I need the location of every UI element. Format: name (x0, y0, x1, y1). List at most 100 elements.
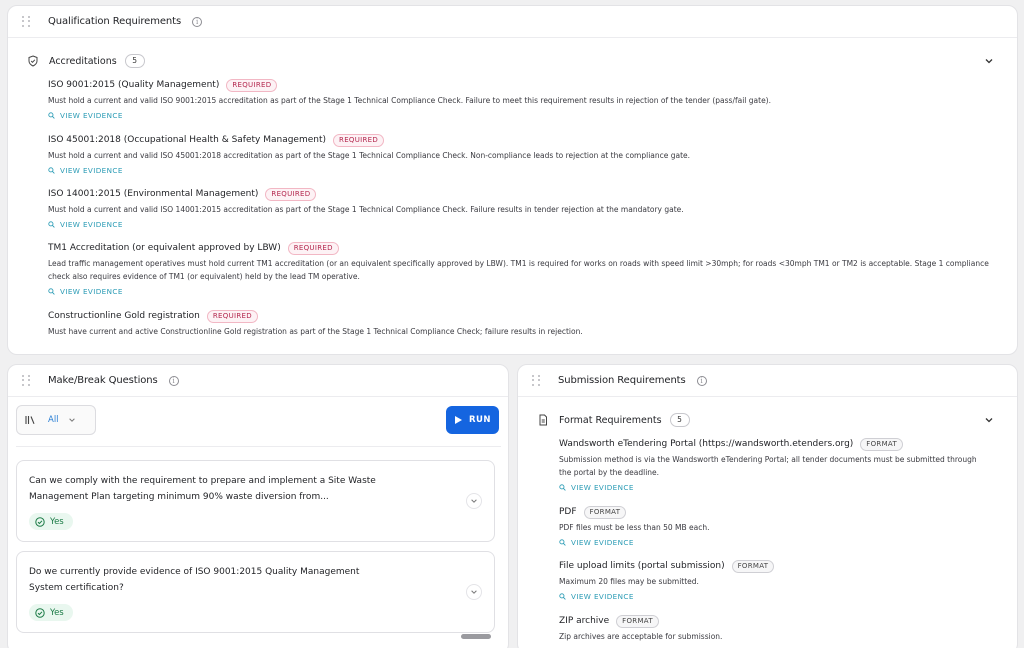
check-circle-icon (35, 516, 45, 527)
question-card[interactable]: Can we comply with the requirement to pr… (16, 460, 495, 542)
card-title: Submission Requirements (558, 375, 686, 386)
card-title: Qualification Requirements (48, 16, 182, 27)
requirement-description: Lead traffic management operatives must … (48, 259, 989, 281)
format-description: Maximum 20 files may be submitted. (559, 577, 699, 586)
drag-handle-icon[interactable] (532, 374, 542, 387)
answer-label: Yes (50, 516, 64, 527)
search-icon (48, 167, 55, 174)
expand-button[interactable] (466, 493, 482, 509)
chevron-down-icon (471, 590, 477, 594)
card-title: Make/Break Questions (48, 375, 158, 386)
question-text: Do we currently provide evidence of ISO … (29, 567, 360, 593)
requirement-title: Constructionline Gold registration (48, 311, 200, 321)
drag-handle-icon[interactable] (22, 15, 32, 28)
required-badge: REQUIRED (226, 78, 278, 92)
requirement-item: ISO 14001:2015 (Environmental Management… (48, 187, 1000, 230)
evidence-label: VIEW EVIDENCE (571, 538, 634, 547)
drag-handle-icon[interactable] (22, 374, 32, 387)
search-icon (559, 593, 566, 600)
view-evidence-link[interactable]: VIEW EVIDENCE (559, 591, 989, 602)
evidence-label: VIEW EVIDENCE (60, 220, 123, 229)
required-badge: REQUIRED (287, 241, 339, 255)
evidence-label: VIEW EVIDENCE (571, 483, 634, 492)
requirement-description: Must have current and active Constructio… (48, 327, 583, 336)
format-badge: FORMAT (860, 437, 904, 451)
required-badge: REQUIRED (333, 133, 385, 147)
format-title: Wandsworth eTendering Portal (https://wa… (559, 439, 854, 449)
format-item: File upload limits (portal submission) FO… (559, 559, 989, 602)
format-item: Wandsworth eTendering Portal (https://wa… (559, 437, 989, 493)
document-icon (539, 414, 547, 426)
search-icon (48, 288, 55, 295)
requirement-title: ISO 14001:2015 (Environmental Management… (48, 189, 259, 199)
count-badge: 5 (669, 413, 690, 427)
format-description: Submission method is via the Wandsworth … (559, 455, 977, 477)
view-evidence-link[interactable]: VIEW EVIDENCE (48, 219, 1000, 230)
requirement-title: ISO 9001:2015 (Quality Management) (48, 80, 220, 90)
chevron-down-icon[interactable] (984, 56, 994, 66)
required-badge: REQUIRED (265, 187, 317, 201)
requirement-description: Must hold a current and valid ISO 45001:… (48, 151, 691, 160)
view-evidence-link[interactable]: VIEW EVIDENCE (559, 482, 989, 493)
format-item: PDF FORMAT PDF files must be less than 50… (559, 505, 989, 548)
evidence-label: VIEW EVIDENCE (60, 111, 123, 120)
requirement-title: ISO 45001:2018 (Occupational Health & Sa… (48, 135, 327, 145)
chevron-down-icon (471, 499, 477, 503)
play-icon (454, 416, 462, 424)
requirement-item: ISO 45001:2018 (Occupational Health & Sa… (48, 133, 1000, 176)
format-title: ZIP archive (559, 616, 610, 626)
search-icon (559, 484, 566, 491)
format-badge: FORMAT (731, 559, 775, 573)
question-text: Can we comply with the requirement to pr… (29, 476, 376, 502)
format-badge: FORMAT (583, 505, 627, 519)
filter-dropdown[interactable]: All (16, 405, 96, 435)
card-header: Qualification Requirements i (8, 6, 1017, 38)
required-badge: REQUIRED (206, 309, 258, 323)
view-evidence-link[interactable]: VIEW EVIDENCE (559, 537, 989, 548)
card-header: Submission Requirements i (518, 365, 1017, 397)
card-header: Make/Break Questions i (8, 365, 508, 397)
requirement-title: TM1 Accreditation (or equivalent approve… (48, 243, 281, 253)
scrollbar-thumb[interactable] (461, 634, 491, 639)
requirement-description: Must hold a current and valid ISO 9001:2… (48, 96, 771, 105)
format-badge: FORMAT (616, 614, 659, 628)
check-circle-icon (35, 607, 45, 618)
expand-button[interactable] (466, 584, 482, 600)
info-icon[interactable]: i (696, 375, 707, 386)
format-title: PDF (559, 507, 577, 517)
format-description: PDF files must be less than 50 MB each. (559, 523, 710, 532)
format-requirements-header[interactable]: Format Requirements 5 (537, 413, 690, 427)
section-title: Format Requirements (559, 414, 662, 426)
chevron-down-icon (68, 418, 75, 422)
question-card[interactable]: Do we currently provide evidence of ISO … (16, 551, 495, 633)
requirement-item: ISO 9001:2015 (Quality Management) REQUIR… (48, 78, 1000, 121)
library-icon (25, 416, 35, 425)
requirement-description: Must hold a current and valid ISO 14001:… (48, 205, 684, 214)
answer-badge: Yes (29, 604, 73, 621)
answer-badge: Yes (29, 513, 73, 530)
shield-check-icon (28, 55, 38, 67)
chevron-down-icon[interactable] (984, 415, 994, 425)
view-evidence-link[interactable]: VIEW EVIDENCE (48, 286, 1000, 297)
evidence-label: VIEW EVIDENCE (60, 166, 123, 175)
view-evidence-link[interactable]: VIEW EVIDENCE (48, 165, 1000, 176)
search-icon (559, 539, 566, 546)
count-badge: 5 (124, 54, 145, 68)
answer-label: Yes (50, 607, 64, 618)
view-evidence-link[interactable]: VIEW EVIDENCE (48, 110, 1000, 121)
accreditations-header[interactable]: Accreditations 5 (27, 54, 145, 68)
section-title: Accreditations (49, 55, 117, 67)
format-item: ZIP archive FORMAT Zip archives are accep… (559, 614, 989, 643)
evidence-label: VIEW EVIDENCE (571, 592, 634, 601)
filter-value: All (48, 415, 59, 425)
info-icon[interactable]: i (192, 16, 203, 27)
search-icon (48, 112, 55, 119)
info-icon[interactable]: i (168, 375, 179, 386)
format-description: Zip archives are acceptable for submissi… (559, 632, 723, 641)
divider (16, 446, 501, 447)
requirement-item: TM1 Accreditation (or equivalent approve… (48, 241, 1000, 297)
qualification-requirements-card: Qualification Requirements i (7, 5, 1018, 355)
run-label: RUN (468, 415, 492, 425)
run-button[interactable]: RUN (446, 406, 499, 434)
format-title: File upload limits (portal submission) (559, 561, 725, 571)
